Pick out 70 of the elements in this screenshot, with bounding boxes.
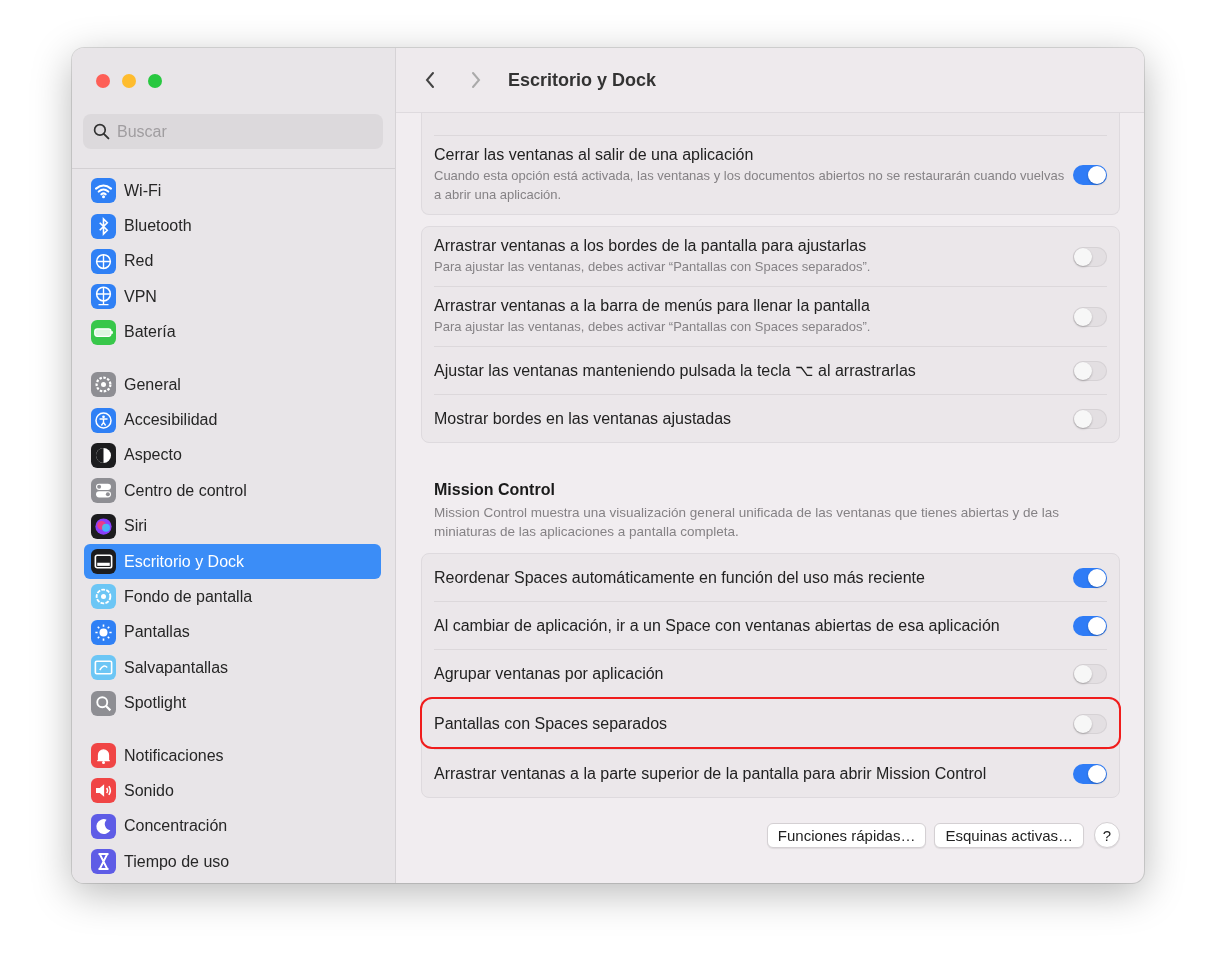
toggle-switch[interactable] [1073, 246, 1107, 267]
toggle-switch[interactable] [1073, 360, 1107, 381]
sidebar-item[interactable]: Bluetooth [84, 208, 381, 244]
globe-icon [91, 248, 116, 274]
sidebar-item[interactable]: Concentración [84, 808, 381, 845]
vpn-icon [91, 284, 116, 310]
setting-label: Mostrar bordes en las ventanas ajustadas [434, 409, 732, 428]
section-description: Mission Control muestra una visualización general unificada de las ventanas que tienes abiertas y de las miniaturas de las aplicaciones a pantalla completa. [433, 504, 1061, 541]
setting-label: Agrupar ventanas por aplicación [434, 664, 664, 683]
setting-label: Arrastrar ventanas a la parte superior de la pantalla para abrir Mission Control [434, 764, 987, 783]
toggle-switch[interactable] [1073, 408, 1107, 429]
setting-description: Para ajustar las ventanas, debes activar “Pantallas con Spaces separados”. [434, 258, 871, 276]
search-field[interactable]: Buscar [83, 114, 383, 149]
wifi-icon [91, 178, 116, 204]
setting-label: Pantallas con Spaces separados [434, 714, 668, 733]
back-icon[interactable] [424, 70, 436, 90]
switches-icon [91, 478, 116, 504]
section-title: Mission Control [433, 481, 556, 499]
minimize-button[interactable] [122, 74, 136, 88]
search-icon [93, 123, 110, 140]
hourglass-icon [91, 849, 116, 875]
sidebar-item[interactable]: Pantallas [84, 614, 381, 651]
footer-button[interactable]: Funciones rápidas… [766, 822, 927, 848]
setting-description: Para ajustar las ventanas, debes activar “Pantallas con Spaces separados”. [434, 318, 871, 336]
sun-icon [91, 619, 116, 645]
dock-icon [91, 549, 116, 575]
setting-label: Reordenar Spaces automáticamente en función del uso más reciente [434, 568, 925, 587]
magnifier-icon [91, 690, 116, 716]
sidebar-item[interactable]: Aspecto [84, 437, 381, 474]
bluetooth-icon [91, 213, 116, 239]
sidebar-item[interactable]: Centro de control [84, 473, 381, 509]
forward-icon[interactable] [470, 70, 482, 90]
sidebar-item[interactable]: Salvapantallas [84, 650, 381, 686]
accessibility-icon [91, 407, 116, 433]
setting-description: Cuando esta opción está activada, las ventanas y los documentos abiertos no se restaurarán cuando vuelvas a abrir una aplicación. [434, 167, 1066, 204]
toggle-switch[interactable] [1073, 615, 1107, 636]
battery-icon [91, 319, 116, 345]
screensaver-icon [91, 655, 116, 681]
sidebar-item[interactable]: Siri [84, 508, 381, 544]
sidebar-item[interactable]: Batería [84, 314, 381, 350]
sidebar-item[interactable]: Spotlight [84, 685, 381, 721]
help-button[interactable]: ? [1094, 822, 1120, 848]
footer-button[interactable]: Esquinas activas… [934, 822, 1084, 848]
sidebar-item[interactable]: Tiempo de uso [84, 844, 381, 880]
toggle-switch[interactable] [1073, 663, 1107, 684]
toggle-switch[interactable] [1073, 713, 1107, 734]
toggle-switch[interactable] [1073, 567, 1107, 588]
setting-label: Arrastrar ventanas a los bordes de la pantalla para ajustarlas [434, 237, 868, 255]
moon-icon [91, 813, 116, 839]
sidebar-item[interactable]: Red [84, 243, 381, 280]
toggle-switch[interactable] [1073, 763, 1107, 784]
setting-label: Cerrar las ventanas al salir de una aplicación [434, 146, 755, 164]
appearance-icon [91, 442, 116, 468]
speaker-icon [91, 778, 116, 804]
setting-label: Al cambiar de aplicación, ir a un Space con ventanas abiertas de esa aplicación [434, 616, 1000, 635]
toggle-switch[interactable] [1073, 306, 1107, 327]
sidebar-item[interactable]: General [84, 366, 381, 403]
sidebar-item[interactable]: Accesibilidad [84, 402, 381, 438]
window-title: Escritorio y Dock [508, 69, 657, 91]
sidebar-item[interactable]: Wi-Fi [84, 173, 381, 209]
setting-label: Arrastrar ventanas a la barra de menús para llenar la pantalla [434, 297, 871, 315]
close-button[interactable] [96, 74, 110, 88]
bell-icon [91, 743, 116, 769]
toggle-switch[interactable] [1073, 165, 1107, 185]
sidebar-item[interactable]: Sonido [84, 773, 381, 809]
sidebar-item[interactable]: VPN [84, 279, 381, 315]
setting-label: Ajustar las ventanas manteniendo pulsada la tecla ⌥ al arrastrarlas [434, 361, 916, 380]
zoom-button[interactable] [148, 74, 162, 88]
sidebar-item[interactable]: Notificaciones [84, 737, 381, 774]
sidebar-item[interactable]: Fondo de pantalla [84, 579, 381, 615]
